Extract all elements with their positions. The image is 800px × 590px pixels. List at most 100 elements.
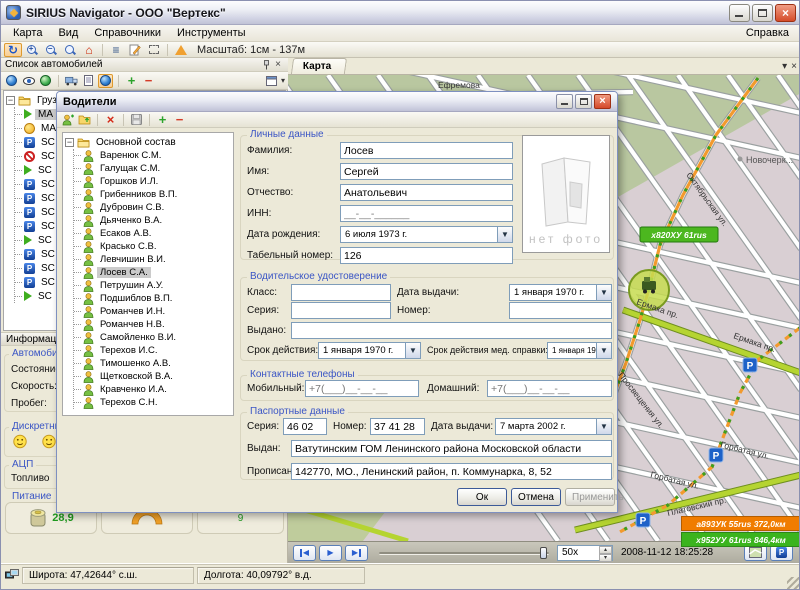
collapse-icon[interactable]: −: [6, 96, 15, 105]
playback-slider[interactable]: [379, 546, 549, 560]
show-all-button[interactable]: [4, 74, 19, 88]
license-issued-by-input[interactable]: [291, 322, 612, 339]
measure-button[interactable]: [172, 43, 190, 57]
select-area-button[interactable]: [145, 43, 163, 57]
chevron-down-icon[interactable]: ▾: [281, 76, 285, 85]
speed-spinner[interactable]: 50x ▴ ▾: [557, 545, 613, 561]
add-record-button[interactable]: +: [155, 113, 170, 127]
lastname-input[interactable]: [340, 142, 513, 159]
driver-item[interactable]: Красько С.В.: [74, 240, 233, 253]
driver-item[interactable]: Есаков А.В.: [74, 227, 233, 240]
home-view-button[interactable]: ⌂: [80, 43, 98, 57]
driver-item[interactable]: Терехов С.Н.: [74, 396, 233, 409]
dialog-titlebar[interactable]: Водители ×: [57, 92, 617, 112]
license-issue-date-dropdown-button[interactable]: ▼: [596, 285, 611, 300]
license-class-input[interactable]: [291, 284, 391, 301]
speed-up-button[interactable]: ▴: [599, 546, 612, 554]
passport-series-input[interactable]: [283, 418, 327, 435]
menu-spravochniki[interactable]: Справочники: [86, 26, 169, 40]
menu-spravka[interactable]: Справка: [738, 26, 797, 40]
driver-item[interactable]: Тимошенко А.В.: [74, 357, 233, 370]
employee-number-input[interactable]: [340, 247, 513, 264]
speed-down-button[interactable]: ▾: [599, 554, 612, 562]
home-phone-input[interactable]: [487, 380, 612, 397]
driver-item[interactable]: Дубровин С.В.: [74, 201, 233, 214]
driver-item[interactable]: Петрушин А.У.: [74, 279, 233, 292]
driver-item[interactable]: Галущак С.М.: [74, 162, 233, 175]
driver-item[interactable]: Подшиблов В.П.: [74, 292, 233, 305]
add-vehicle-button[interactable]: +: [124, 74, 139, 88]
slider-thumb[interactable]: [540, 547, 547, 559]
driver-item[interactable]: Варенюк С.М.: [74, 149, 233, 162]
driver-item[interactable]: Грибенников В.П.: [74, 188, 233, 201]
add-group-button[interactable]: [77, 113, 92, 127]
driver-item[interactable]: Самойленко В.И.: [74, 331, 233, 344]
license-issue-date-combo[interactable]: 1 января 1970 г. ▼: [509, 284, 612, 301]
save-button[interactable]: [129, 113, 144, 127]
map-follow-button[interactable]: [98, 74, 113, 88]
birthdate-dropdown-button[interactable]: ▼: [497, 227, 512, 242]
driver-item[interactable]: Дьяченко В.А.: [74, 214, 233, 227]
panel-layout-button[interactable]: [264, 74, 279, 88]
menu-karta[interactable]: Карта: [5, 26, 50, 40]
remove-record-button[interactable]: −: [172, 113, 187, 127]
pin-icon[interactable]: [260, 59, 272, 70]
passport-issue-date-dropdown-button[interactable]: ▼: [596, 419, 611, 434]
pan-tool-button[interactable]: ↻: [4, 43, 22, 57]
panel-close-icon[interactable]: ×: [272, 59, 284, 70]
add-driver-button[interactable]: [60, 113, 75, 127]
driver-item[interactable]: Кравченко И.А.: [74, 383, 233, 396]
middlename-input[interactable]: [340, 184, 513, 201]
legend-button[interactable]: ≡: [107, 43, 125, 57]
watch-button[interactable]: [21, 74, 36, 88]
registered-input[interactable]: [291, 463, 612, 480]
edit-button[interactable]: [126, 43, 144, 57]
firstname-input[interactable]: [340, 163, 513, 180]
driver-item[interactable]: Горшков И.Л.: [74, 175, 233, 188]
close-button[interactable]: ×: [775, 4, 796, 22]
driver-item[interactable]: Романчев Н.В.: [74, 318, 233, 331]
dialog-maximize-button[interactable]: [575, 94, 592, 109]
license-series-input[interactable]: [291, 302, 391, 319]
med-valid-combo[interactable]: 1 января 1970 г. ▼: [547, 342, 612, 359]
playback-play-button[interactable]: ▶: [319, 545, 342, 561]
med-valid-dropdown-button[interactable]: ▼: [596, 343, 611, 358]
restore-button[interactable]: [752, 4, 773, 22]
cancel-button[interactable]: Отмена: [511, 488, 561, 506]
driver-tree[interactable]: − Основной состав Варенюк С.М.Галущак С.…: [62, 132, 234, 416]
driver-item[interactable]: Лосев С.А.: [74, 266, 233, 279]
remove-vehicle-button[interactable]: −: [141, 74, 156, 88]
passport-issued-by-input[interactable]: [291, 440, 612, 457]
tab-karta[interactable]: Карта: [291, 58, 347, 74]
zoom-in-button[interactable]: +: [23, 43, 41, 57]
driver-item[interactable]: Щетковской В.А.: [74, 370, 233, 383]
birthdate-combo[interactable]: 6 июля 1973 г. ▼: [340, 226, 513, 243]
ok-button[interactable]: Ок: [457, 488, 507, 506]
delete-driver-button[interactable]: ×: [103, 113, 118, 127]
playback-prev-button[interactable]: ◀: [293, 545, 316, 561]
driver-item[interactable]: Терехов И.С.: [74, 344, 233, 357]
dialog-minimize-button[interactable]: [556, 94, 573, 109]
collapse-icon[interactable]: −: [65, 138, 74, 147]
zoom-select-button[interactable]: [61, 43, 79, 57]
mobile-input[interactable]: [305, 380, 419, 397]
passport-number-input[interactable]: [370, 418, 425, 435]
report-button[interactable]: [81, 74, 96, 88]
track-button[interactable]: [38, 74, 53, 88]
minimize-button[interactable]: [729, 4, 750, 22]
vehicle-card-button[interactable]: [64, 74, 79, 88]
menu-instrumenty[interactable]: Инструменты: [169, 26, 254, 40]
resize-grip[interactable]: [787, 577, 799, 589]
driver-item[interactable]: Романчев И.Н.: [74, 305, 233, 318]
zoom-out-button[interactable]: −: [42, 43, 60, 57]
passport-issue-date-combo[interactable]: 7 марта 2002 г. ▼: [495, 418, 612, 435]
valid-until-dropdown-button[interactable]: ▼: [405, 343, 420, 358]
menu-vid[interactable]: Вид: [50, 26, 86, 40]
license-number-input[interactable]: [509, 302, 612, 319]
valid-until-combo[interactable]: 1 января 1970 г. ▼: [318, 342, 421, 359]
apply-button[interactable]: Применить: [565, 488, 615, 506]
tab-close-icon[interactable]: ×: [791, 61, 797, 72]
dialog-close-button[interactable]: ×: [594, 94, 611, 109]
playback-next-button[interactable]: ▶: [345, 545, 368, 561]
tab-chevron-down-icon[interactable]: ▾: [782, 61, 787, 72]
